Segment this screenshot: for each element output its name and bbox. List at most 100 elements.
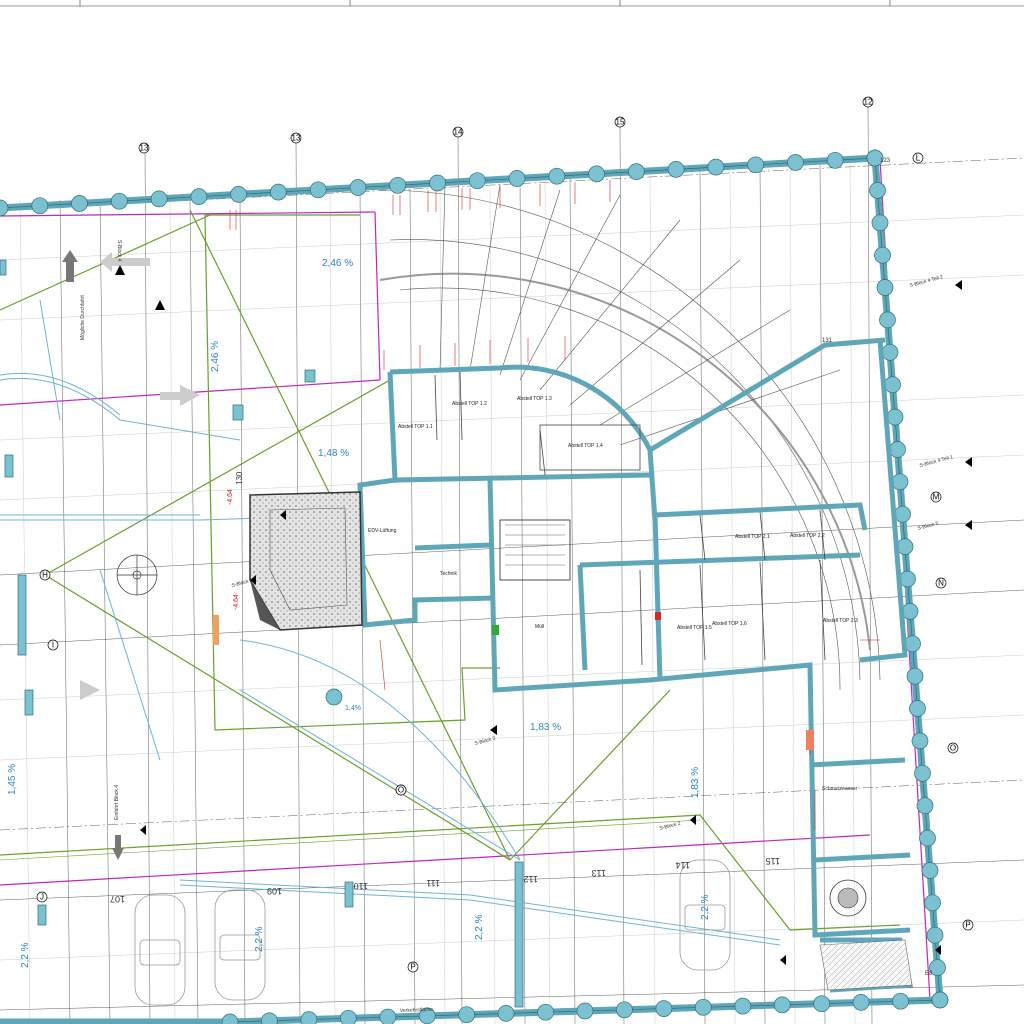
room-label-10: EDV-Lüftung — [368, 528, 397, 534]
grid-label-left-2: I — [52, 641, 54, 650]
parking-number-107: 107 — [110, 894, 125, 904]
pile-circle — [389, 176, 407, 194]
pile-circle — [508, 170, 526, 187]
pile-circle — [576, 1002, 594, 1020]
pile-circle — [71, 195, 88, 212]
pile-circle — [826, 151, 844, 169]
grid-label-top-2: 13 — [292, 134, 301, 143]
room-label-9: Abstell TOP 1.6 — [712, 621, 747, 627]
slope-label-3: 1,48 % — [318, 448, 349, 459]
pile-circle — [707, 158, 725, 176]
pile-circle — [911, 732, 929, 750]
pile-circle — [852, 994, 870, 1011]
pile-circle — [874, 246, 891, 264]
slope-label-7: 2,2 % — [20, 942, 31, 968]
parking-number-111: 111 — [426, 878, 440, 888]
pile-circle — [110, 192, 128, 210]
slope-label-2: 2,46 % — [210, 341, 221, 372]
pile-circle — [876, 279, 894, 296]
sheet-frame — [0, 0, 1024, 7]
pile-circle — [468, 172, 486, 190]
pile-circle — [31, 197, 49, 215]
pile-circle — [261, 1012, 278, 1024]
pile-circle — [881, 343, 899, 361]
pile-circle — [588, 165, 605, 183]
pile-circle — [787, 154, 804, 171]
note-3: Schmutzwasser — [822, 786, 858, 792]
pile-circle — [379, 1008, 397, 1024]
pile-circle — [458, 1006, 476, 1024]
grid-label-right-4: O — [950, 744, 956, 753]
slope-label-5: 1,83 % — [690, 767, 701, 798]
pile-circle — [429, 174, 446, 192]
retaining-wall — [0, 154, 944, 1024]
room-label-6: Abstell TOP 2.2 — [790, 533, 825, 539]
pile-circle — [884, 376, 901, 394]
building-walls — [357, 337, 914, 993]
pile-circle — [270, 183, 287, 201]
boundary-lines — [0, 159, 931, 1001]
slope-label-4: 1,83 % — [530, 722, 561, 733]
pile-circle — [190, 188, 208, 205]
pile-row — [0, 149, 949, 1024]
pile-circle — [655, 1000, 673, 1017]
level-value-3: 130 — [235, 471, 244, 485]
alignment-lines — [0, 209, 901, 931]
pile-circle — [886, 408, 904, 426]
parking-number-109: 109 — [267, 886, 282, 896]
level-value-2: -4.64 — [233, 594, 240, 610]
grid-label-bottom-p: P — [410, 963, 415, 972]
pile-circle — [339, 1009, 357, 1024]
grid-label-right-3: N — [938, 579, 944, 588]
pile-circle — [230, 186, 247, 203]
floor-plan-canvas: 13 13 14 15 12 L M N O P H I J O P 2,46 … — [0, 0, 1024, 1024]
parking-number-112: 112 — [524, 874, 538, 884]
parking-number-114: 114 — [676, 860, 690, 870]
section-label-7: S-Block 5 — [917, 521, 939, 532]
pile-circle — [773, 996, 791, 1014]
grid-label-top-1: 13 — [140, 144, 149, 153]
level-value-1: -4.64 — [227, 489, 234, 505]
grid-label-right-5: P — [965, 921, 970, 930]
room-label-11: Technik — [440, 571, 457, 577]
room-label-12: Müll — [535, 624, 544, 630]
pile-circle — [628, 163, 645, 180]
pile-circle — [0, 199, 9, 217]
structural-grid — [0, 99, 1024, 1024]
pile-circle — [914, 764, 931, 782]
parking-number-113: 113 — [592, 868, 606, 878]
pile-circle — [349, 179, 367, 196]
room-label-5: Abstell TOP 2.1 — [735, 534, 770, 540]
grid-label-top-5: 12 — [864, 98, 873, 107]
accent-markers — [213, 612, 814, 750]
slope-label-9: 2,2 % — [474, 914, 485, 940]
note-4: Verkehrsfläche — [400, 1007, 433, 1014]
pile-circle — [896, 538, 914, 555]
pile-circle — [309, 181, 327, 199]
section-label-6: S-Block 4 Teil 1 — [919, 454, 954, 469]
room-label-4: Abstell TOP 1.4 — [568, 443, 603, 449]
slope-label-10: 2,2 % — [700, 894, 711, 920]
grid-label-right-2: M — [933, 493, 940, 502]
pile-circle — [919, 829, 936, 847]
note-1: Mögliche Durchfahrt — [80, 295, 86, 340]
pile-circle — [616, 1001, 633, 1019]
grid-label-left-1: H — [42, 571, 48, 580]
room-label-7: Abstell TOP 2.3 — [823, 618, 858, 624]
pile-circle — [909, 700, 926, 717]
pile-circle — [871, 214, 889, 232]
grid-label-top-3: 14 — [454, 128, 463, 137]
pile-circle — [537, 1003, 554, 1021]
slope-label-6: 1,45 % — [7, 764, 18, 795]
pile-circle — [921, 862, 939, 879]
grid-label-left-3: J — [40, 893, 44, 902]
slope-label-1: 2,46 % — [322, 258, 353, 269]
section-label-1: S-Block 4 — [116, 240, 122, 262]
parking-number-110: 110 — [354, 881, 368, 891]
pile-circle — [906, 667, 924, 685]
grid-label-inner-1: O — [398, 786, 404, 795]
grid-label-top-4: 15 — [616, 118, 625, 127]
room-label-1: Abstell TOP 1.1 — [398, 424, 433, 430]
pile-circle — [924, 894, 941, 912]
pile-circle — [813, 995, 831, 1013]
